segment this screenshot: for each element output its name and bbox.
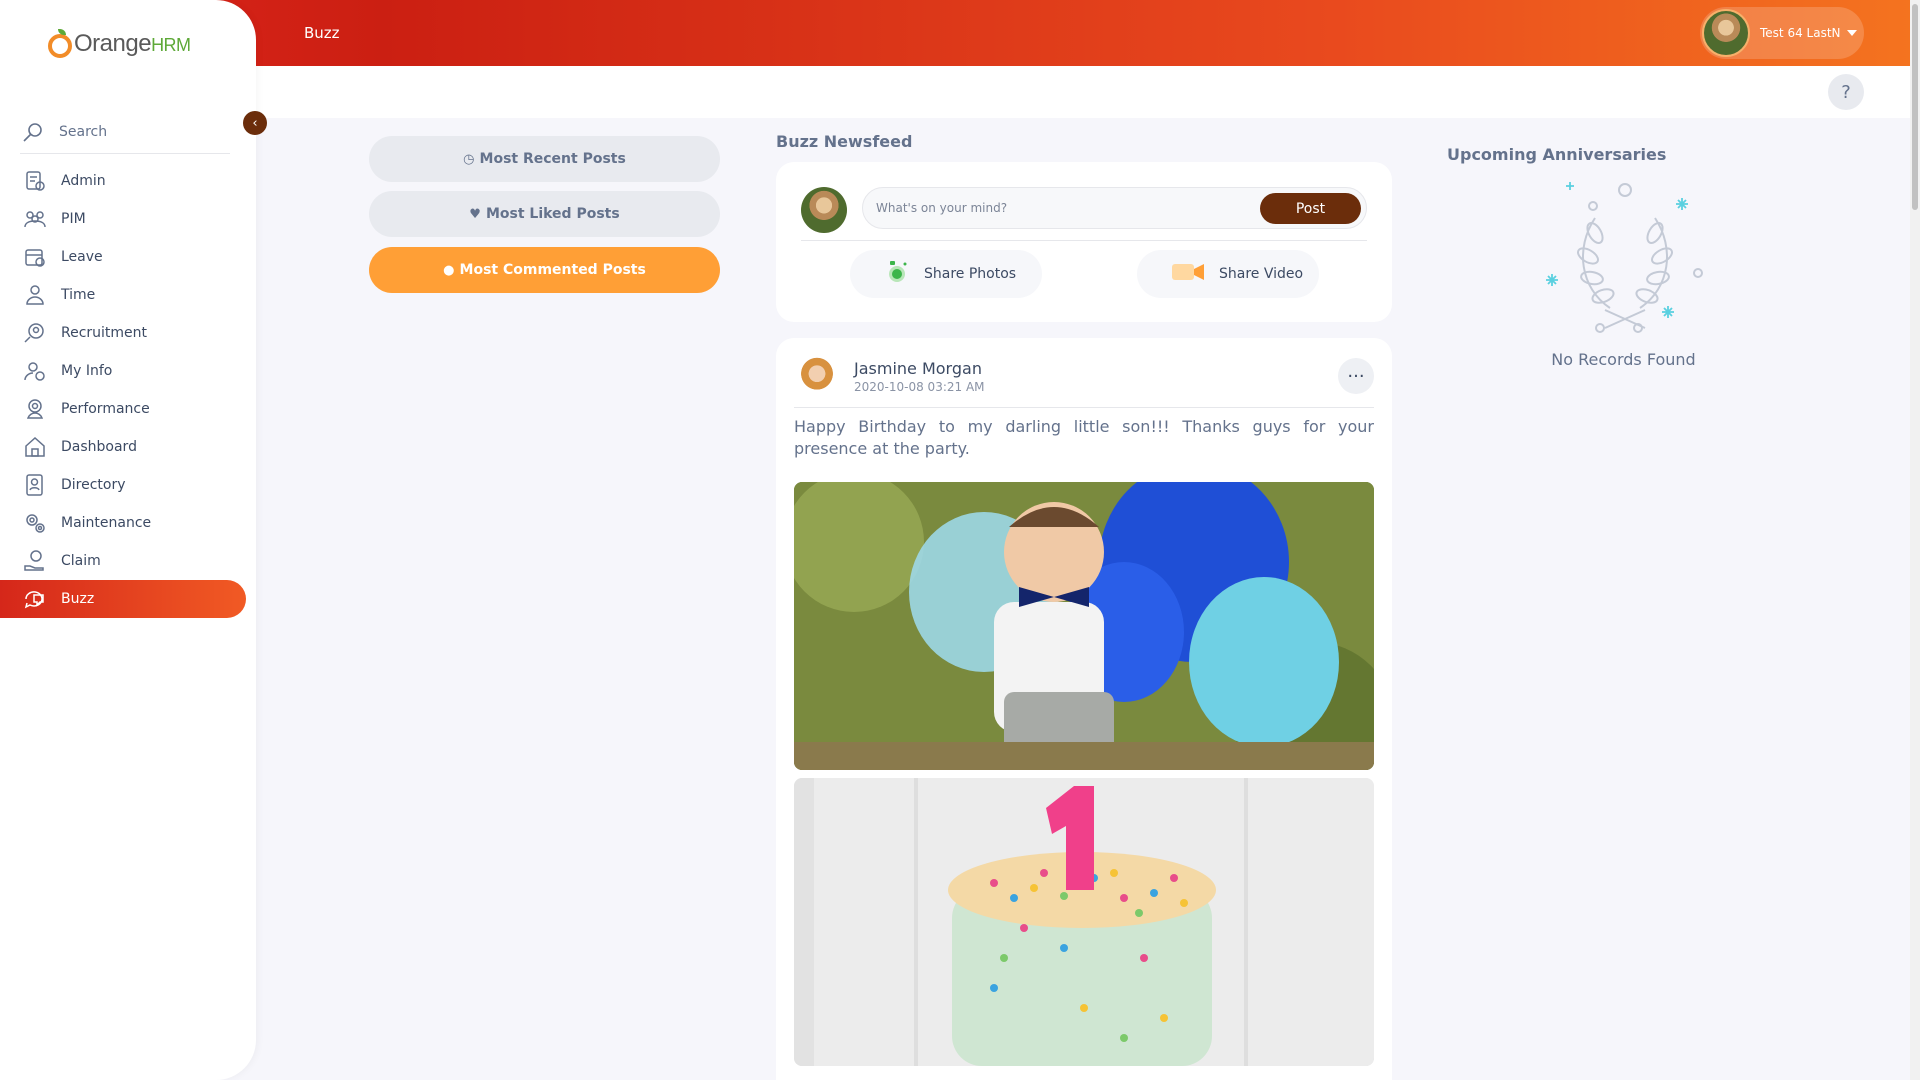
newsfeed-title: Buzz Newsfeed: [776, 132, 913, 151]
share-video-label: Share Video: [1219, 266, 1304, 282]
module-title: Buzz: [304, 24, 340, 42]
post-divider: [794, 407, 1374, 408]
sidebar-item-buzz[interactable]: Buzz: [0, 580, 246, 618]
post-date: 2020-10-08 03:21 AM: [854, 380, 985, 394]
claim-icon: [22, 549, 48, 573]
search-label: Search: [59, 123, 108, 140]
sidebar-item-maintenance[interactable]: Maintenance: [0, 504, 256, 542]
brand-orange-text: Orange: [74, 30, 152, 57]
buzz-icon: [22, 587, 48, 611]
comment-icon: ●: [443, 262, 455, 278]
sidebar-search[interactable]: Search: [20, 110, 230, 154]
top-bar: Buzz Test 64 LastN: [0, 0, 1910, 66]
sidebar-item-label: Claim: [61, 553, 101, 569]
compose-avatar: [801, 187, 847, 233]
time-icon: [22, 283, 48, 307]
post-options-button[interactable]: ···: [1338, 358, 1374, 394]
post-text: Happy Birthday to my darling little son!…: [794, 417, 1374, 458]
clock-icon: ◷: [463, 151, 475, 167]
user-name: Test 64 LastN: [1760, 26, 1841, 40]
recruitment-icon: [22, 321, 48, 345]
compose-card: What's on your mind? Post Share Photos S…: [776, 162, 1392, 322]
user-avatar: [1702, 9, 1750, 57]
sidebar-item-label: Directory: [61, 477, 126, 493]
page-scrollbar[interactable]: [1910, 0, 1920, 1080]
user-dropdown[interactable]: Test 64 LastN: [1700, 7, 1864, 59]
sidebar-item-label: Performance: [61, 401, 150, 417]
laurel-wreath-icon: [1540, 178, 1710, 338]
sidebar-collapse-button[interactable]: ‹: [243, 111, 267, 135]
sidebar-item-label: Recruitment: [61, 325, 148, 341]
most-liked-posts-label: Most Liked Posts: [485, 206, 620, 222]
orange-logo-icon: [48, 29, 72, 58]
post-photo-baby-with-balloons[interactable]: [794, 482, 1374, 770]
sidebar-item-label: Buzz: [61, 591, 95, 607]
sidebar-item-recruitment[interactable]: Recruitment: [0, 314, 256, 352]
sidebar-item-admin[interactable]: Admin: [0, 162, 256, 200]
brand-hrm-text: HRM: [151, 35, 191, 55]
my-info-icon: [22, 359, 48, 383]
heart-icon: ♥: [469, 206, 481, 222]
sub-header: [256, 66, 1910, 118]
most-liked-posts-button[interactable]: ♥ Most Liked Posts: [369, 191, 720, 237]
sidebar-item-time[interactable]: Time: [0, 276, 256, 314]
share-video-button[interactable]: Share Video: [1137, 250, 1319, 298]
sidebar-item-claim[interactable]: Claim: [0, 542, 256, 580]
post-author-avatar[interactable]: [794, 353, 840, 399]
share-photos-label: Share Photos: [924, 266, 1017, 282]
anniversaries-title: Upcoming Anniversaries: [1447, 145, 1667, 164]
sidebar-item-label: Time: [61, 287, 96, 303]
sidebar-item-dashboard[interactable]: Dashboard: [0, 428, 256, 466]
camera-icon: [884, 259, 910, 289]
directory-icon: [22, 473, 48, 497]
pim-icon: [22, 207, 48, 231]
sidebar-item-directory[interactable]: Directory: [0, 466, 256, 504]
sidebar-item-label: Maintenance: [61, 515, 152, 531]
sidebar-item-my-info[interactable]: My Info: [0, 352, 256, 390]
sidebar-item-label: Dashboard: [61, 439, 137, 455]
post-photo-birthday-cake[interactable]: [794, 778, 1374, 1066]
post-author-name[interactable]: Jasmine Morgan: [854, 359, 982, 378]
maintenance-icon: [22, 511, 48, 535]
help-button[interactable]: ?: [1828, 74, 1864, 110]
main-menu: Admin PIM Leave Time Recruitment My Info…: [0, 162, 256, 618]
sidebar: OrangeHRM Search Admin PIM Leave Time Re…: [0, 0, 256, 1080]
sidebar-item-label: PIM: [61, 211, 86, 227]
sidebar-item-label: Admin: [61, 173, 106, 189]
most-commented-posts-button[interactable]: ● Most Commented Posts: [369, 247, 720, 293]
performance-icon: [22, 397, 48, 421]
video-camera-icon: [1171, 261, 1205, 287]
post-button[interactable]: Post: [1260, 193, 1361, 224]
post-card: Jasmine Morgan 2020-10-08 03:21 AM ··· H…: [776, 338, 1392, 1080]
most-recent-posts-button[interactable]: ◷ Most Recent Posts: [369, 136, 720, 182]
sidebar-item-label: Leave: [61, 249, 103, 265]
leave-icon: [22, 245, 48, 269]
no-records-text: No Records Found: [1551, 350, 1696, 369]
scrollbar-thumb[interactable]: [1912, 4, 1918, 210]
share-photos-button[interactable]: Share Photos: [850, 250, 1042, 298]
admin-icon: [22, 169, 48, 193]
orangehrm-logo[interactable]: OrangeHRM: [48, 29, 191, 58]
sidebar-item-pim[interactable]: PIM: [0, 200, 256, 238]
compose-divider: [801, 240, 1367, 241]
most-recent-posts-label: Most Recent Posts: [479, 151, 626, 167]
most-commented-posts-label: Most Commented Posts: [459, 262, 646, 278]
sidebar-item-performance[interactable]: Performance: [0, 390, 256, 428]
sidebar-item-leave[interactable]: Leave: [0, 238, 256, 276]
caret-down-icon: [1846, 30, 1857, 36]
dashboard-icon: [22, 435, 48, 459]
sidebar-item-label: My Info: [61, 363, 113, 379]
search-icon: [20, 120, 46, 144]
